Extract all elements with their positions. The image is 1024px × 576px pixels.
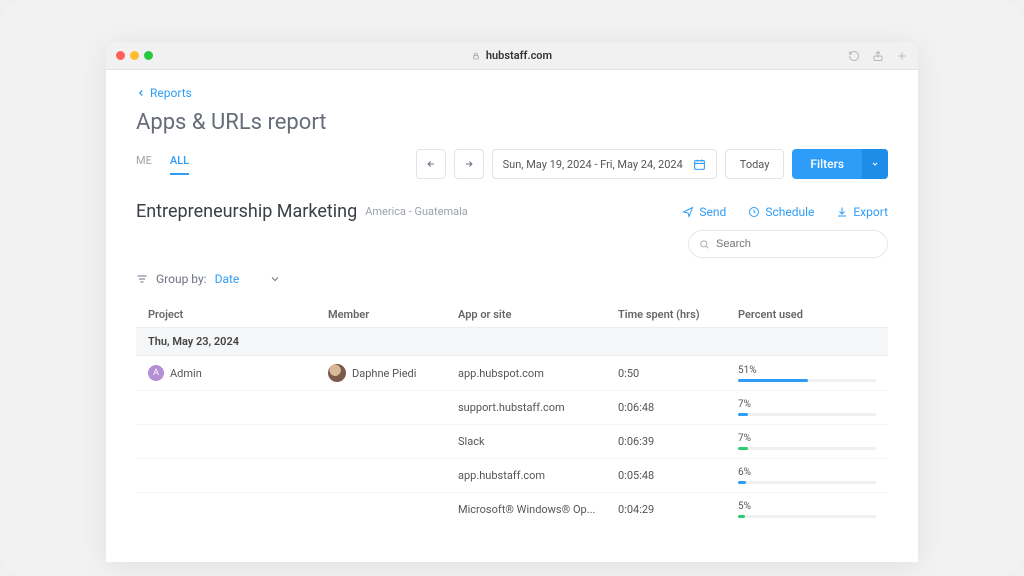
arrow-right-icon [464,159,474,169]
percent-bar-fill [738,413,748,416]
time-cell: 0:06:48 [618,401,738,414]
percent-bar-track [738,481,876,484]
page-title: Apps & URLs report [136,110,888,135]
browser-window: hubstaff.com Reports Apps & URLs report … [106,42,918,562]
maximize-window-icon[interactable] [144,51,153,60]
schedule-button[interactable]: Schedule [748,205,814,219]
app-cell: app.hubstaff.com [458,469,618,482]
col-time[interactable]: Time spent (hrs) [618,308,738,321]
minimize-window-icon[interactable] [130,51,139,60]
time-cell: 0:50 [618,367,738,380]
table-header: Project Member App or site Time spent (h… [136,302,888,327]
table-row: Slack0:06:397% [136,425,888,459]
date-range-picker[interactable]: Sun, May 19, 2024 - Fri, May 24, 2024 [492,149,717,179]
share-icon[interactable] [872,50,884,62]
breadcrumb-label: Reports [150,86,192,100]
arrow-left-icon [426,159,436,169]
time-cell: 0:04:29 [618,503,738,516]
project-name: Entrepreneurship Marketing [136,201,357,222]
filters-label: Filters [792,157,862,171]
avatar [328,364,346,382]
window-controls[interactable] [116,51,153,60]
percent-bar-track [738,515,876,518]
prev-range-button[interactable] [416,149,446,179]
group-by-select[interactable]: Group by: Date [136,272,888,286]
filters-button[interactable]: Filters [792,149,888,179]
download-icon [836,206,848,218]
clock-icon [748,206,760,218]
filters-dropdown-toggle[interactable] [862,149,888,179]
tab-me[interactable]: ME [136,154,152,175]
date-range-text: Sun, May 19, 2024 - Fri, May 24, 2024 [503,158,683,171]
percent-label: 5% [738,501,876,512]
project-cell: A Admin [148,365,328,381]
project-label: Admin [170,367,202,380]
export-button[interactable]: Export [836,205,888,219]
new-tab-icon[interactable] [896,50,908,62]
project-region: America - Guatemala [365,205,468,218]
calendar-icon [693,158,706,171]
today-button[interactable]: Today [725,149,785,179]
send-button[interactable]: Send [682,205,726,219]
percent-bar-track [738,447,876,450]
project-badge: A [148,365,164,381]
time-cell: 0:05:48 [618,469,738,482]
schedule-label: Schedule [765,205,814,219]
col-percent[interactable]: Percent used [738,308,876,321]
send-label: Send [699,205,726,219]
percent-bar-track [738,379,876,382]
table-row: Microsoft® Windows® Op...0:04:295% [136,493,888,526]
percent-label: 7% [738,433,876,444]
tab-all[interactable]: ALL [170,154,189,175]
send-icon [682,206,694,218]
table-row: app.hubstaff.com0:05:486% [136,459,888,493]
chevron-down-icon [269,273,281,285]
export-label: Export [853,205,888,219]
percent-cell: 7% [738,399,876,416]
time-cell: 0:06:39 [618,435,738,448]
app-cell: app.hubspot.com [458,367,618,380]
browser-chrome: hubstaff.com [106,42,918,70]
percent-bar-fill [738,481,746,484]
group-by-value: Date [215,272,240,286]
sort-icon [136,273,148,285]
percent-label: 7% [738,399,876,410]
group-by-label: Group by: [156,272,207,286]
member-name: Daphne Piedi [352,367,416,380]
app-cell: support.hubstaff.com [458,401,618,414]
search-icon [699,239,710,250]
url-text: hubstaff.com [486,49,552,62]
percent-cell: 51% [738,365,876,382]
percent-bar-track [738,413,876,416]
reload-icon[interactable] [848,50,860,62]
address-bar[interactable]: hubstaff.com [472,49,552,62]
group-date-row: Thu, May 23, 2024 [136,327,888,356]
percent-bar-fill [738,379,808,382]
close-window-icon[interactable] [116,51,125,60]
app-cell: Slack [458,435,618,448]
report-table: Project Member App or site Time spent (h… [136,302,888,526]
percent-cell: 7% [738,433,876,450]
percent-cell: 5% [738,501,876,518]
col-project[interactable]: Project [148,308,328,321]
col-member[interactable]: Member [328,308,458,321]
member-cell: Daphne Piedi [328,364,458,382]
table-row: A Admin Daphne Piedi app.hubspot.com0:5051% [136,356,888,391]
search-field[interactable] [688,230,888,258]
breadcrumb-back[interactable]: Reports [136,86,888,100]
search-input[interactable] [716,238,877,250]
percent-label: 6% [738,467,876,478]
next-range-button[interactable] [454,149,484,179]
chevron-down-icon [871,160,879,168]
col-app[interactable]: App or site [458,308,618,321]
app-cell: Microsoft® Windows® Op... [458,503,618,516]
table-row: support.hubstaff.com0:06:487% [136,391,888,425]
percent-label: 51% [738,365,876,376]
chevron-left-icon [136,88,146,98]
lock-icon [472,51,480,61]
percent-bar-fill [738,515,745,518]
percent-bar-fill [738,447,748,450]
percent-cell: 6% [738,467,876,484]
